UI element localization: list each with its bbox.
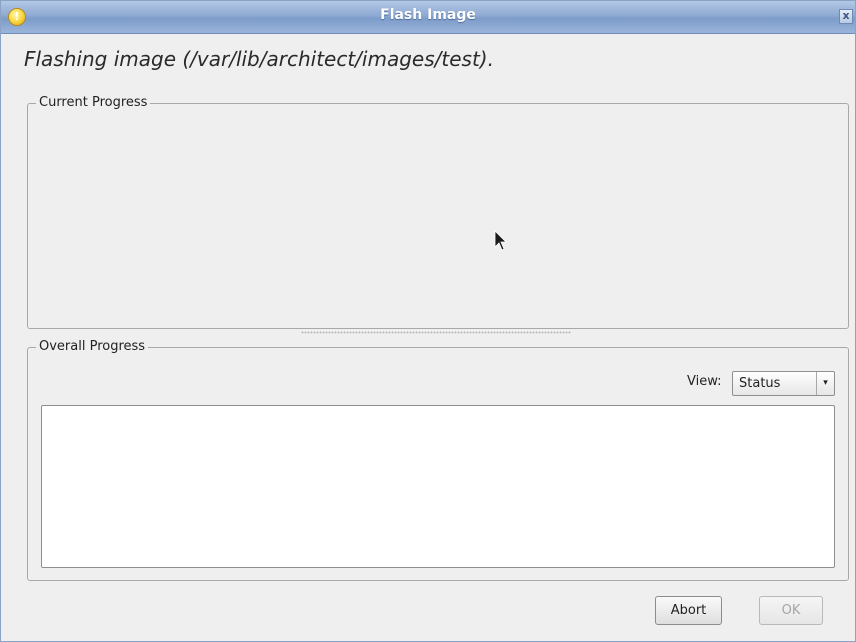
ok-button[interactable]: OK xyxy=(759,596,823,625)
flash-image-dialog: ! Flash Image x Flashing image (/var/lib… xyxy=(0,0,856,642)
window-title: Flash Image xyxy=(380,7,476,23)
view-label: View: xyxy=(687,374,722,389)
title-bar[interactable]: ! Flash Image x xyxy=(1,1,855,34)
view-dropdown-value: Status xyxy=(739,376,781,391)
current-progress-label: Current Progress xyxy=(36,95,151,111)
close-icon[interactable]: x xyxy=(839,9,853,24)
flashing-status-heading: Flashing image (/var/lib/architect/image… xyxy=(24,47,494,71)
panel-splitter-handle[interactable] xyxy=(301,331,571,334)
overall-progress-label: Overall Progress xyxy=(36,339,149,355)
chevron-down-icon[interactable]: ▾ xyxy=(816,372,834,395)
mouse-pointer-icon xyxy=(494,230,507,251)
abort-button[interactable]: Abort xyxy=(655,596,722,625)
view-dropdown[interactable]: Status ▾ xyxy=(732,371,835,396)
current-progress-group: Current Progress xyxy=(27,95,849,329)
status-output-area[interactable] xyxy=(41,405,835,568)
